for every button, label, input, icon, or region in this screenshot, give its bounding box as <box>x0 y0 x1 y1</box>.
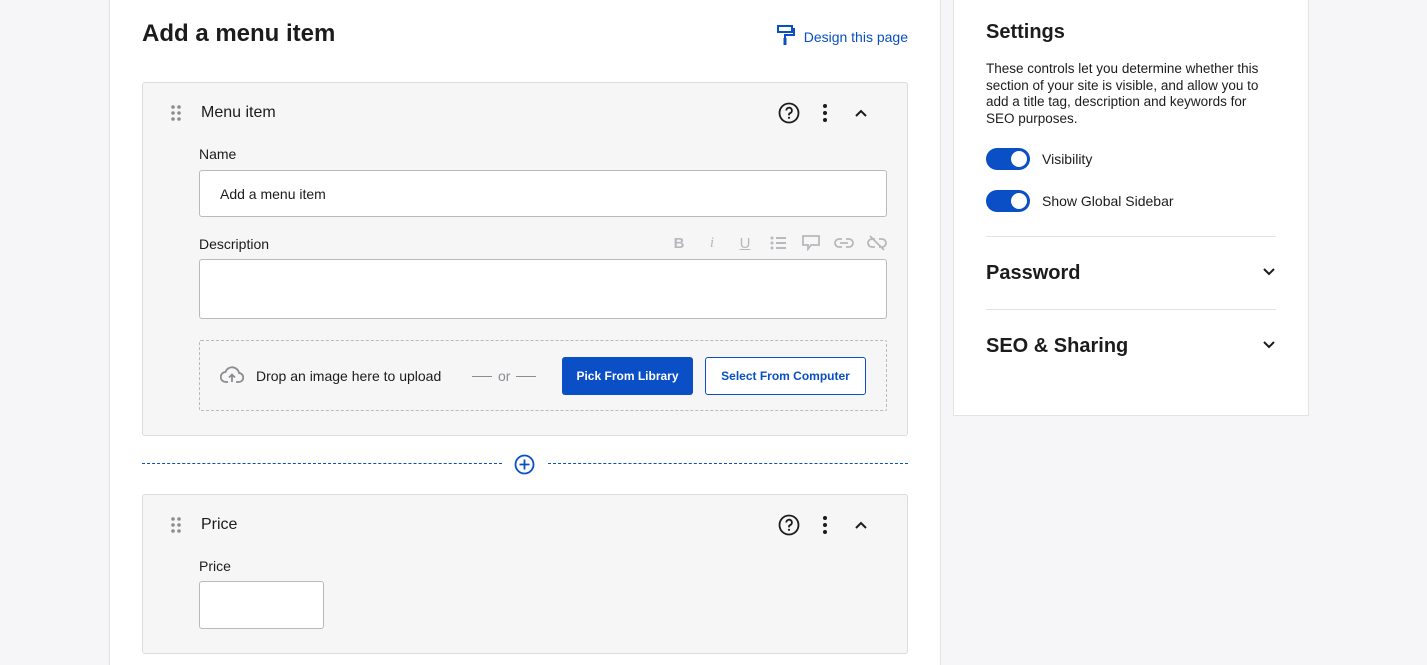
or-separator: or <box>472 368 537 384</box>
visibility-label: Visibility <box>1042 151 1093 167</box>
bold-icon[interactable]: B <box>669 233 689 253</box>
select-from-computer-button[interactable]: Select From Computer <box>705 357 866 395</box>
paint-roller-icon <box>776 24 796 49</box>
image-drop-zone[interactable]: Drop an image here to upload or Pick Fro… <box>199 340 887 411</box>
card-header: Price <box>143 509 907 541</box>
visibility-row: Visibility <box>986 148 1092 170</box>
design-page-link[interactable]: Design this page <box>776 24 908 49</box>
global-sidebar-label: Show Global Sidebar <box>1042 193 1174 209</box>
add-block-icon[interactable] <box>514 454 535 480</box>
drag-handle-icon[interactable] <box>171 517 181 538</box>
visibility-toggle[interactable] <box>986 148 1030 170</box>
collapse-icon[interactable] <box>849 513 873 537</box>
chevron-down-icon <box>1262 264 1276 282</box>
price-card: Price Price <box>142 494 908 654</box>
rich-text-toolbar: B i U <box>669 233 887 253</box>
description-editor[interactable] <box>199 259 887 319</box>
card-header: Menu item <box>143 97 907 129</box>
unlink-icon[interactable] <box>867 233 887 253</box>
settings-panel: Settings These controls let you determin… <box>953 0 1309 416</box>
name-input[interactable] <box>199 170 887 217</box>
chevron-down-icon <box>1262 337 1276 355</box>
card-title: Price <box>201 516 238 533</box>
upload-hint: Drop an image here to upload <box>256 368 442 384</box>
collapse-icon[interactable] <box>849 101 873 125</box>
seo-sharing-accordion[interactable]: SEO & Sharing <box>986 332 1276 360</box>
editor-panel: Add a menu item Design this page Menu it… <box>109 0 941 665</box>
help-icon[interactable] <box>777 513 801 537</box>
more-options-icon[interactable] <box>813 101 837 125</box>
price-input[interactable] <box>199 581 324 629</box>
card-title: Menu item <box>201 104 276 121</box>
settings-description: These controls let you determine whether… <box>986 61 1259 126</box>
password-accordion[interactable]: Password <box>986 259 1276 287</box>
divider <box>986 236 1276 237</box>
divider <box>986 309 1276 310</box>
italic-icon[interactable]: i <box>702 233 722 253</box>
menu-item-card: Menu item Name Description B i U <box>142 82 908 436</box>
help-icon[interactable] <box>777 101 801 125</box>
more-options-icon[interactable] <box>813 513 837 537</box>
underline-icon[interactable]: U <box>735 233 755 253</box>
global-sidebar-toggle[interactable] <box>986 190 1030 212</box>
seo-sharing-title: SEO & Sharing <box>986 334 1129 357</box>
callout-icon[interactable] <box>801 233 821 253</box>
price-label: Price <box>199 558 231 574</box>
global-sidebar-row: Show Global Sidebar <box>986 190 1174 212</box>
add-block-divider <box>142 454 908 475</box>
bullet-list-icon[interactable] <box>768 233 788 253</box>
password-title: Password <box>986 261 1081 284</box>
name-label: Name <box>199 146 237 162</box>
description-label: Description <box>199 236 270 252</box>
link-icon[interactable] <box>834 233 854 253</box>
drag-handle-icon[interactable] <box>171 105 181 126</box>
settings-title: Settings <box>986 21 1065 43</box>
cloud-upload-icon <box>219 366 245 389</box>
pick-from-library-button[interactable]: Pick From Library <box>562 357 693 395</box>
design-link-label: Design this page <box>803 28 908 45</box>
page-title: Add a menu item <box>142 20 336 47</box>
